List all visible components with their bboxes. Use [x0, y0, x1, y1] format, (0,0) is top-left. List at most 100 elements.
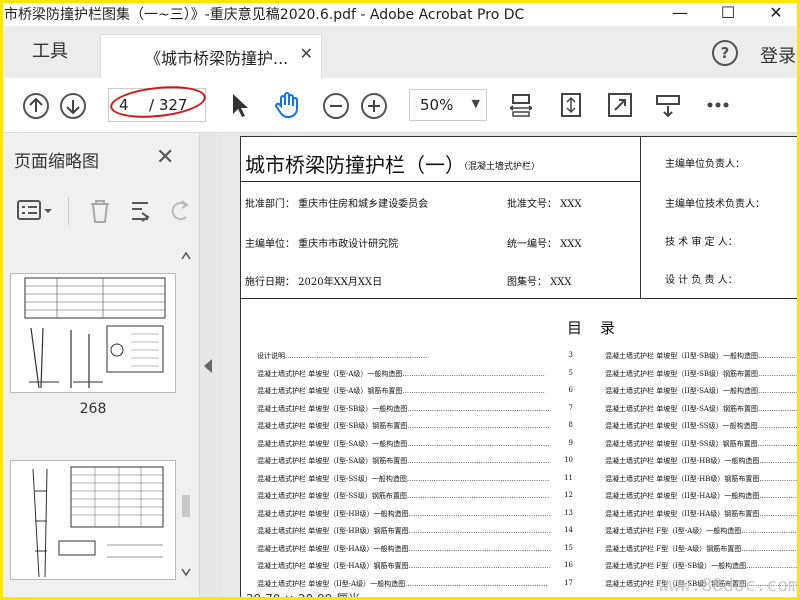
previous-page-button[interactable]: [23, 93, 49, 119]
toc-entry[interactable]: 混凝土墙式护栏 F型（I型-A级）钢筋布置图..................…: [605, 544, 800, 554]
toc-entry-title: 混凝土墙式护栏 单坡型（II型-HA级）一般构造图: [605, 492, 760, 500]
toc-entry-title: 混凝土墙式护栏 单坡型（I型-SA级）一般构造图: [257, 439, 408, 448]
scroll-mode-icon[interactable]: [653, 90, 683, 120]
toc-leader: ........................................…: [285, 352, 428, 360]
toc-entry-title: 混凝土墙式护栏 单坡型（I型-SB级）一般构造图: [257, 404, 408, 413]
window-title: 市桥梁防撞护栏图集（一~三）》-重庆意见稿2020.6.pdf - Adobe …: [4, 7, 525, 23]
toc-entry[interactable]: 混凝土墙式护栏 单坡型（II型-HB级）钢筋布置图...............…: [605, 474, 800, 484]
toc-entry[interactable]: 混凝土墙式护栏 F型（I型-SB级）一般构造图.................…: [605, 561, 800, 571]
toc-entry[interactable]: 混凝土墙式护栏 单坡型（I型-A级）钢筋布置图.................…: [257, 386, 573, 396]
arrow-up-icon: [29, 97, 43, 112]
toc-entry[interactable]: 混凝土墙式护栏 单坡型（I型-SS级）一般构造图................…: [257, 473, 573, 484]
toc-entry[interactable]: 混凝土墙式护栏 单坡型（II型-A级）一般构造图................…: [257, 578, 573, 589]
panel-collapse-handle[interactable]: [200, 133, 222, 600]
thumbnail-scrollbar[interactable]: [178, 249, 194, 599]
help-icon[interactable]: ?: [712, 40, 738, 66]
toc-entry[interactable]: 混凝土墙式护栏 单坡型（I型-A级）一般构造图.................…: [257, 368, 573, 379]
toc-entry-title: 混凝土墙式护栏 单坡型（II型-SS级）钢筋布置图: [605, 439, 758, 448]
toc-entry[interactable]: 混凝土墙式护栏 单坡型（II型-SA级）钢筋布置图...............…: [605, 404, 800, 414]
toc-entry[interactable]: 混凝土墙式护栏 单坡型（II型-SB级）一般构造图...............…: [605, 351, 800, 361]
toc-entry-title: 混凝土墙式护栏 单坡型（II型-HB级）一般构造图: [605, 457, 760, 465]
toc-leader: ........................................…: [758, 352, 800, 360]
close-tab-icon[interactable]: ✕: [300, 44, 313, 63]
title-bar: 市桥梁防撞护栏图集（一~三）》-重庆意见稿2020.6.pdf - Adobe …: [0, 0, 800, 26]
toc-entry-title: 混凝土墙式护栏 单坡型（I型-SS级）钢筋布置图: [257, 492, 407, 500]
toc-leader: ........................................…: [405, 579, 548, 588]
toc-entry[interactable]: 混凝土墙式护栏 单坡型（I型-HB级）钢筋布置图................…: [257, 526, 573, 536]
toc-entry[interactable]: 混凝土墙式护栏 单坡型（II型-HB级）一般构造图...............…: [605, 456, 800, 466]
toc-leader: ........................................…: [741, 527, 800, 535]
login-link[interactable]: 登录: [760, 42, 796, 68]
toolbar: 4 / 327 50% ▼: [0, 78, 800, 133]
toc-entry-page: 8: [566, 421, 573, 429]
editor-unit: 主编单位： 重庆市市政设计研究院: [245, 239, 399, 250]
toc-entry-title: 混凝土墙式护栏 单坡型（I型-SS级）一般构造图: [257, 474, 407, 483]
zoom-out-button[interactable]: [323, 93, 349, 119]
tab-document[interactable]: 《城市桥梁防撞护... ✕: [100, 34, 322, 78]
page-thumbnail[interactable]: [10, 273, 176, 393]
toc-leader: ........................................…: [407, 457, 550, 465]
rotate-icon[interactable]: [168, 197, 192, 225]
toc-entry-title: 混凝土墙式护栏 单坡型（II型-HA级）钢筋布置图: [605, 509, 760, 518]
toc-entry-title: 混凝土墙式护栏 单坡型（II型-SB级）一般构造图: [605, 352, 759, 360]
zoom-in-button[interactable]: [361, 93, 387, 119]
hand-tool-icon[interactable]: [272, 90, 302, 120]
close-panel-icon[interactable]: ✕: [156, 145, 174, 170]
zoom-level-select[interactable]: 50% ▼: [409, 89, 487, 121]
toc-entry[interactable]: 混凝土墙式护栏 单坡型（II型-SS级）一般构造图...............…: [605, 421, 800, 431]
toc-leader: ........................................…: [741, 544, 800, 553]
toc-entry[interactable]: 混凝土墙式护栏 单坡型（I型-HA级）一般构造图................…: [257, 543, 573, 554]
extract-pages-icon[interactable]: [128, 197, 156, 225]
toc-entry[interactable]: 混凝土墙式护栏 单坡型（II型-HA级）钢筋布置图...............…: [605, 509, 800, 519]
toc-entry[interactable]: 混凝土墙式护栏 单坡型（I型-HB级）一般构造图................…: [257, 508, 573, 519]
close-window-button[interactable]: ✕: [756, 2, 796, 24]
toc-entry[interactable]: 混凝土墙式护栏 单坡型（I型-SB级）钢筋布置图................…: [257, 421, 573, 431]
toc-entry[interactable]: 混凝土墙式护栏 单坡型（I型-SS级）钢筋布置图................…: [257, 491, 573, 501]
toc-entry[interactable]: 混凝土墙式护栏 单坡型（II型-HA级）一般构造图...............…: [605, 491, 800, 501]
toc-entry-page: 9: [566, 438, 573, 447]
toc-entry-title: 混凝土墙式护栏 单坡型（II型-A级）一般构造图: [257, 579, 406, 588]
toc-entry-page: 3: [566, 351, 573, 359]
toc-entry[interactable]: 设计说明....................................…: [257, 351, 573, 361]
role-label: 主编单位负责人：: [665, 159, 745, 170]
document-view[interactable]: 城市桥梁防撞护栏（一） （混凝土墙式护栏） 批准部门： 重庆市住房和城乡建设委员…: [222, 133, 800, 600]
toc-leader: ........................................…: [746, 562, 800, 570]
options-menu-icon[interactable]: [16, 197, 56, 225]
more-options-icon[interactable]: [703, 90, 733, 120]
fit-width-icon[interactable]: [506, 90, 536, 120]
next-page-button[interactable]: [60, 93, 86, 119]
trash-icon[interactable]: [86, 197, 114, 225]
toc-entry-page: 10: [562, 456, 573, 464]
toc-entry[interactable]: 混凝土墙式护栏 单坡型（I型-SB级）一般构造图................…: [257, 403, 573, 414]
toc-entry-title: 混凝土墙式护栏 单坡型（I型-HA级）钢筋布置图: [257, 562, 409, 570]
page-thumbnail[interactable]: [10, 460, 176, 580]
toc-entry[interactable]: 混凝土墙式护栏 单坡型（II型-SB级）钢筋布置图...............…: [605, 369, 800, 379]
select-cursor-icon[interactable]: [224, 90, 254, 120]
toc-entry[interactable]: 混凝土墙式护栏 F型（I型-A级）一般构造图..................…: [605, 526, 800, 536]
maximize-button[interactable]: ☐: [708, 2, 748, 24]
toc-entry[interactable]: 混凝土墙式护栏 单坡型（I型-SA级）钢筋布置图................…: [257, 456, 573, 466]
tab-tools[interactable]: 工具: [0, 26, 100, 78]
toc-leader: ........................................…: [407, 404, 550, 413]
unified-no: 统一编号： XXX: [507, 239, 582, 250]
toc-leader: ........................................…: [408, 509, 552, 518]
toc-leader: ........................................…: [402, 369, 545, 378]
toc-leader: ........................................…: [407, 439, 550, 448]
toc-entry[interactable]: 混凝土墙式护栏 单坡型（I型-HA级）钢筋布置图................…: [257, 561, 573, 571]
minimize-button[interactable]: —: [660, 2, 700, 24]
chevron-left-icon: [204, 359, 212, 373]
approval-no: 批准文号： XXX: [507, 199, 582, 210]
full-screen-icon[interactable]: [605, 90, 635, 120]
drawing-thumbnail: [24, 277, 166, 389]
toc-entry[interactable]: 混凝土墙式护栏 单坡型（II型-SA级）一般构造图...............…: [605, 386, 800, 396]
toc-entry-title: 混凝土墙式护栏 单坡型（II型-HB级）钢筋布置图: [605, 474, 760, 483]
toc-entry[interactable]: 混凝土墙式护栏 单坡型（II型-SS级）钢筋布置图...............…: [605, 439, 800, 449]
role-label: 主编单位技术负责人：: [665, 199, 765, 210]
toc-entry[interactable]: 混凝土墙式护栏 单坡型（I型-SA级）一般构造图................…: [257, 438, 573, 449]
fit-page-icon[interactable]: [556, 90, 586, 120]
tab-bar: 工具 《城市桥梁防撞护... ✕ ? 登录: [0, 26, 800, 78]
responsibility-block: 主编单位负责人： 主编单位技术负责人： 技 术 审 定 人： 设 计 负 责 人…: [641, 137, 800, 299]
toc-entry-title: 混凝土墙式护栏 单坡型（II型-SS级）一般构造图: [605, 422, 758, 430]
toc-entry-title: 设计说明: [257, 352, 285, 360]
toc-leader: ........................................…: [758, 369, 800, 378]
